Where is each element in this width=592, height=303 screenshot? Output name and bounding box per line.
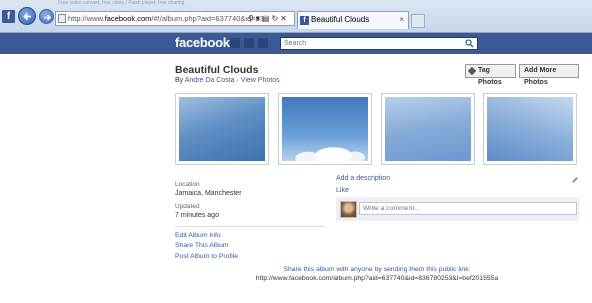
tag-photos-label: Tag Photos	[478, 67, 502, 86]
add-description-link[interactable]: Add a description	[336, 175, 390, 182]
location-label: Location	[175, 181, 200, 188]
photo-image	[179, 97, 265, 161]
post-album-to-profile-link[interactable]: Post Album to Profile	[175, 253, 238, 260]
updated-label: Updated	[175, 203, 200, 210]
dropdown-icon[interactable]: ▾	[256, 14, 260, 23]
share-text: Share this album with anyone by sending …	[283, 266, 471, 273]
by-prefix: By	[175, 77, 184, 84]
author-link[interactable]: Andre Da Costa	[185, 77, 235, 84]
photo-image	[282, 97, 368, 161]
stop-icon[interactable]: ✕	[280, 14, 287, 23]
tab-favicon-icon: f	[300, 16, 309, 25]
search-icon[interactable]	[465, 39, 474, 48]
new-tab-button[interactable]	[411, 14, 425, 28]
refresh-icon[interactable]: ↻	[271, 14, 278, 23]
address-tools: ⚲ ▾ ▤ ↻ ✕	[248, 11, 287, 26]
album-byline: By Andre Da Costa · View Photos	[175, 77, 280, 84]
tab-title: Beautiful Clouds	[311, 15, 370, 24]
album-photo-1[interactable]	[175, 93, 269, 165]
view-photos-link[interactable]: View Photos	[241, 77, 280, 84]
tag-photos-button[interactable]: Tag Photos	[465, 64, 516, 86]
edit-album-info-link[interactable]: Edit Album Info	[175, 232, 221, 239]
friend-requests-icon[interactable]	[230, 38, 240, 48]
forward-arrow-icon	[44, 14, 52, 21]
back-button[interactable]	[18, 7, 36, 25]
location-value: Jamaica, Manchester	[175, 190, 242, 197]
facebook-logo[interactable]: facebook	[175, 35, 230, 50]
album-photo-2[interactable]	[278, 93, 372, 165]
updated-value: 7 minutes ago	[175, 212, 219, 219]
search-input[interactable]: Search	[280, 37, 478, 50]
like-link[interactable]: Like	[336, 187, 349, 194]
search-placeholder: Search	[284, 40, 307, 47]
album-title: Beautiful Clouds	[175, 64, 259, 76]
comment-input[interactable]: Write a comment...	[359, 202, 577, 215]
facebook-favicon-icon: f	[2, 10, 15, 23]
tab-beautiful-clouds[interactable]: f Beautiful Clouds ×	[297, 11, 409, 29]
address-prefix: http://www.	[68, 14, 105, 23]
share-album-link[interactable]: Share This Album	[175, 242, 229, 249]
notifications-icon[interactable]	[258, 38, 268, 48]
background-tab-text: Free video convert, free video / Flash p…	[58, 0, 185, 6]
photo-image	[385, 97, 471, 161]
forward-button[interactable]	[39, 9, 54, 24]
tag-icon	[467, 66, 477, 76]
album-photo-3[interactable]	[381, 93, 475, 165]
separator: ·	[236, 77, 239, 84]
search-icon[interactable]: ⚲	[248, 14, 254, 23]
back-arrow-icon	[23, 12, 31, 21]
page-icon	[58, 14, 66, 23]
album-photo-4[interactable]	[483, 93, 577, 165]
messages-icon[interactable]	[244, 38, 254, 48]
photo-image	[487, 97, 573, 161]
avatar	[340, 201, 357, 218]
divider	[175, 226, 325, 227]
add-more-photos-button[interactable]: Add More Photos	[519, 64, 579, 86]
pencil-icon[interactable]	[571, 176, 579, 184]
tab-close-button[interactable]: ×	[399, 12, 404, 28]
public-link[interactable]: http://www.facebook.com/album.php?aid=63…	[175, 275, 579, 282]
notification-icons	[230, 38, 268, 48]
compat-view-icon[interactable]: ▤	[262, 14, 270, 23]
browser-toolbar: f Free video convert, free video / Flash…	[0, 0, 592, 33]
address-domain: facebook.com	[104, 14, 152, 23]
